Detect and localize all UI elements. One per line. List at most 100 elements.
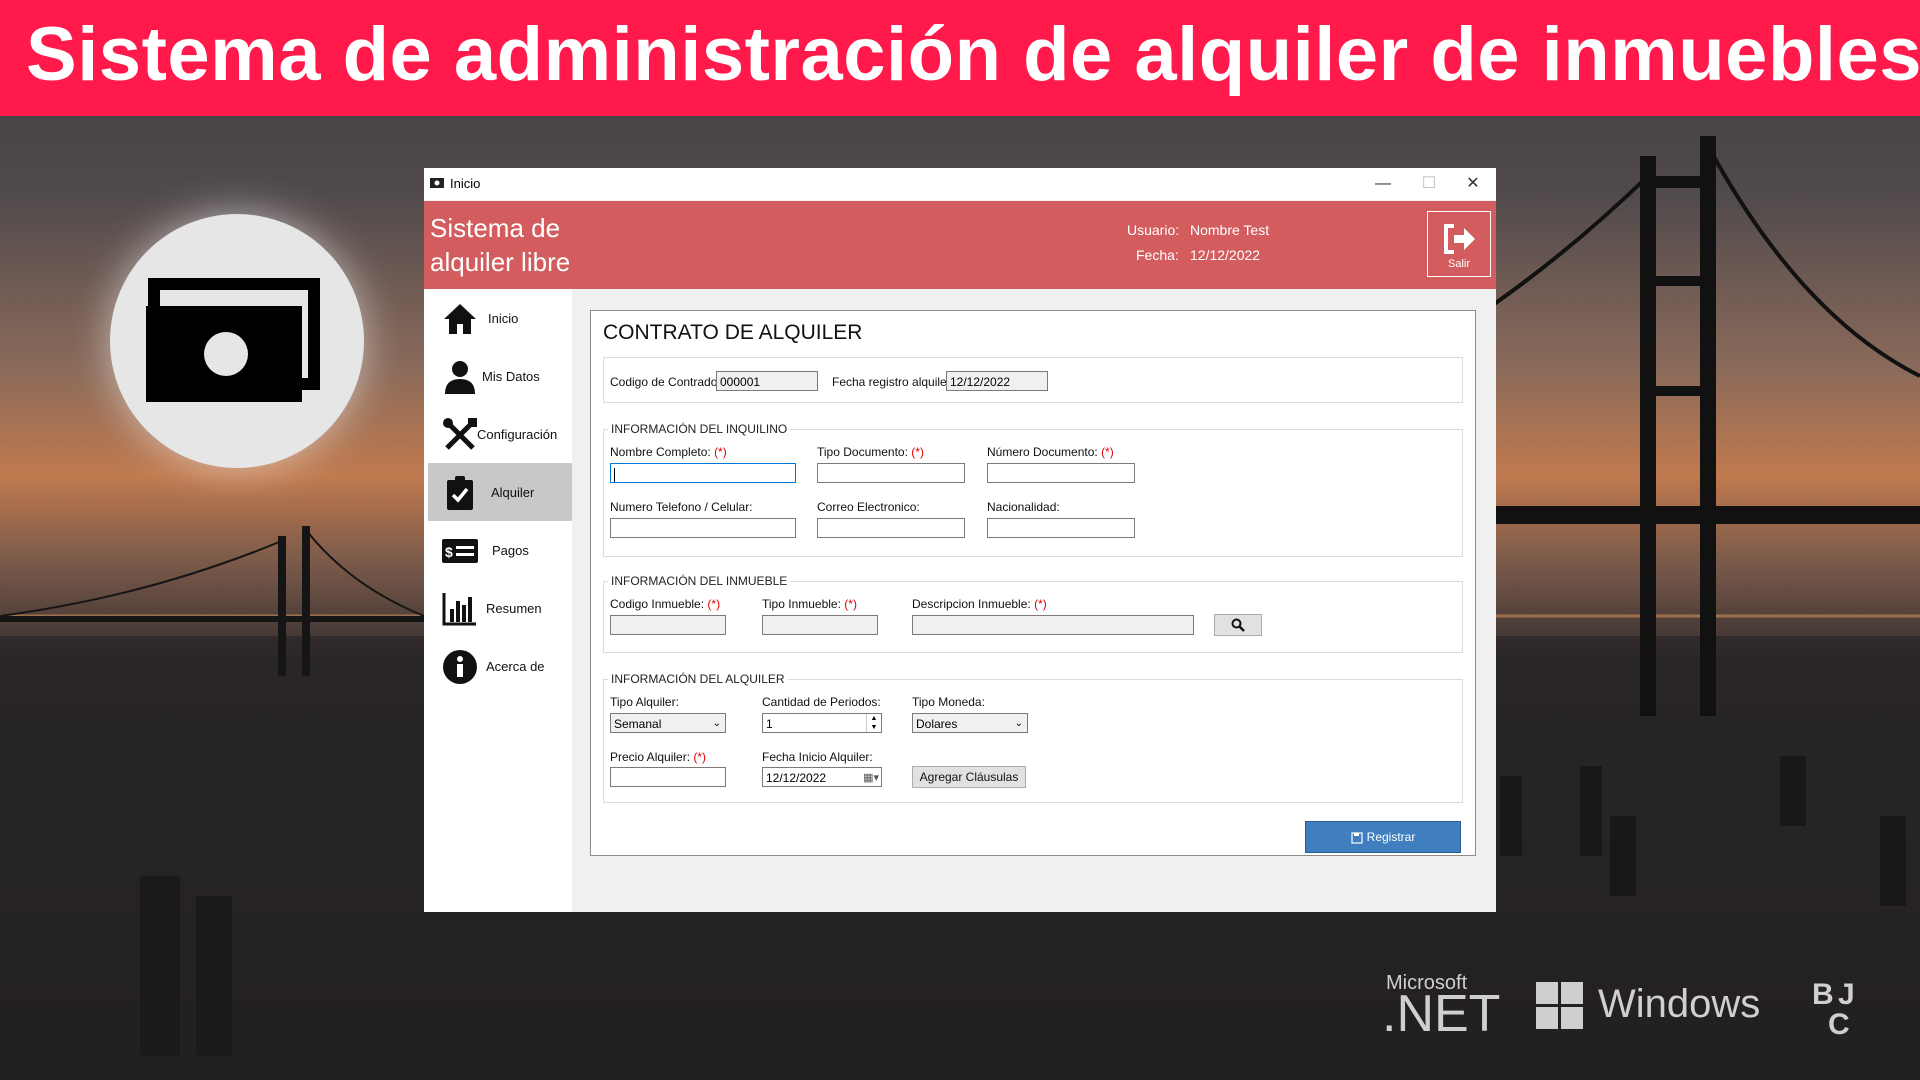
alquiler-legend: INFORMACIÓN DEL ALQUILER — [608, 672, 788, 686]
telefono-input[interactable] — [610, 518, 796, 538]
sidebar-item-label: Inicio — [488, 311, 519, 326]
money-bill-icon — [146, 278, 320, 402]
close-button[interactable]: ✕ — [1450, 168, 1496, 200]
app-window: Inicio — ☐ ✕ Sistema de alquiler libre U… — [424, 168, 1496, 912]
descripcion-inmueble-label: Descripcion Inmueble: (*) — [912, 597, 1047, 611]
tools-icon — [443, 418, 477, 450]
banner: Sistema de administración de alquiler de… — [0, 0, 1920, 116]
fecha-value: 12/12/2022 — [1190, 247, 1261, 263]
salir-button[interactable]: Salir — [1427, 211, 1491, 277]
microsoft-net-logo: Microsoft .NET — [1382, 972, 1500, 1042]
app-icon — [430, 178, 444, 188]
money-bill-icon: $ — [442, 539, 478, 563]
precio-alquiler-input[interactable] — [610, 767, 726, 787]
fecha-inicio-label: Fecha Inicio Alquiler: — [762, 750, 873, 764]
svg-text:C: C — [1828, 1008, 1850, 1040]
tipo-moneda-select[interactable]: Dolares ⌄ — [912, 713, 1028, 733]
windows-label: Windows — [1598, 982, 1761, 1026]
app-title-line1: Sistema de — [430, 213, 561, 243]
numero-documento-label: Número Documento: (*) — [987, 445, 1114, 459]
buscar-inmueble-button[interactable] — [1214, 614, 1262, 636]
search-icon — [1231, 618, 1245, 632]
window-title: Inicio — [450, 176, 481, 191]
usuario-value: Nombre Test — [1190, 222, 1270, 238]
net-label: .NET — [1382, 985, 1501, 1043]
sidebar-item-inicio[interactable]: Inicio — [428, 289, 572, 347]
info-icon — [443, 650, 477, 684]
registrar-label: Registrar — [1366, 830, 1416, 844]
cantidad-periodos-label: Cantidad de Periodos: — [762, 695, 881, 709]
sidebar-item-label: Acerca de — [486, 659, 545, 674]
nombre-input[interactable] — [610, 463, 796, 483]
numero-documento-input[interactable] — [987, 463, 1135, 483]
tipo-alquiler-value: Semanal — [614, 717, 662, 731]
sidebar-item-label: Configuración — [477, 427, 558, 442]
telefono-label: Numero Telefono / Celular: — [610, 500, 753, 514]
inquilino-legend: INFORMACIÓN DEL INQUILINO — [608, 422, 791, 436]
svg-text:$: $ — [445, 544, 453, 560]
tipo-moneda-label: Tipo Moneda: — [912, 695, 985, 709]
contrato-panel: CONTRATO DE ALQUILER Codigo de Contrado:… — [590, 310, 1476, 856]
save-icon — [1351, 832, 1363, 844]
app-header: Sistema de alquiler libre Usuario: Nombr… — [424, 201, 1496, 289]
correo-label: Correo Electronico: — [817, 500, 920, 514]
fecha-inicio-picker[interactable]: 12/12/2022 ▦▾ — [762, 767, 882, 787]
svg-text:J: J — [1838, 978, 1855, 1011]
windows-logo: Windows — [1536, 980, 1766, 1032]
tipo-alquiler-select[interactable]: Semanal ⌄ — [610, 713, 726, 733]
sidebar-item-configuracion[interactable]: Configuración — [428, 405, 572, 463]
sidebar: Inicio Mis Datos Configuración Alquiler — [424, 289, 572, 912]
tipo-inmueble-label: Tipo Inmueble: (*) — [762, 597, 857, 611]
stepper-arrows-icon[interactable]: ▲ ▼ — [866, 714, 881, 732]
calendar-icon[interactable]: ▦▾ — [863, 768, 879, 788]
sidebar-item-alquiler[interactable]: Alquiler — [428, 463, 572, 521]
contrato-box: Codigo de Contrado: 000001 Fecha registr… — [603, 357, 1463, 403]
home-icon — [444, 304, 476, 334]
usuario-label: Usuario: — [1127, 222, 1180, 238]
maximize-button[interactable]: ☐ — [1406, 168, 1452, 200]
sidebar-item-label: Pagos — [492, 543, 529, 558]
correo-input[interactable] — [817, 518, 965, 538]
tipo-moneda-value: Dolares — [916, 717, 958, 731]
app-title: Sistema de alquiler libre — [430, 211, 630, 279]
sidebar-item-label: Resumen — [486, 601, 542, 616]
codigo-contrato-label: Codigo de Contrado: — [610, 375, 721, 389]
salir-label: Salir — [1447, 258, 1470, 270]
inquilino-group: INFORMACIÓN DEL INQUILINO Nombre Complet… — [603, 422, 1463, 557]
precio-alquiler-label: Precio Alquiler: (*) — [610, 750, 707, 764]
app-title-line2: alquiler libre — [430, 247, 571, 277]
money-logo — [110, 214, 364, 468]
nacionalidad-label: Nacionalidad: — [987, 500, 1060, 514]
bar-chart-icon — [442, 593, 476, 626]
registrar-button[interactable]: Registrar — [1305, 821, 1461, 853]
minimize-button[interactable]: — — [1360, 168, 1406, 200]
title-bar[interactable]: Inicio — ☐ ✕ — [424, 168, 1496, 200]
chevron-down-icon: ⌄ — [712, 718, 721, 729]
tipo-inmueble-input[interactable] — [762, 615, 878, 635]
sidebar-item-resumen[interactable]: Resumen — [428, 579, 572, 637]
codigo-inmueble-label: Codigo Inmueble: (*) — [610, 597, 721, 611]
codigo-contrato-field[interactable]: 000001 — [716, 371, 818, 391]
sidebar-item-label: Mis Datos — [482, 369, 540, 384]
fecha-registro-field[interactable]: 12/12/2022 — [946, 371, 1048, 391]
fecha-registro-label: Fecha registro alquiler: — [832, 375, 955, 389]
sidebar-item-label: Alquiler — [491, 485, 535, 500]
nacionalidad-input[interactable] — [987, 518, 1135, 538]
sidebar-item-mis-datos[interactable]: Mis Datos — [428, 347, 572, 405]
agregar-clausulas-button[interactable]: Agregar Cláusulas — [912, 766, 1026, 788]
clipboard-check-icon — [447, 476, 473, 510]
logout-icon — [1444, 224, 1475, 254]
cantidad-periodos-value: 1 — [766, 717, 773, 731]
inmueble-group: INFORMACIÓN DEL INMUEBLE Codigo Inmueble… — [603, 574, 1463, 653]
tipo-documento-input[interactable] — [817, 463, 965, 483]
user-icon — [445, 361, 475, 394]
alquiler-group: INFORMACIÓN DEL ALQUILER Tipo Alquiler: … — [603, 672, 1463, 803]
codigo-inmueble-input[interactable] — [610, 615, 726, 635]
descripcion-inmueble-input[interactable] — [912, 615, 1194, 635]
tipo-alquiler-label: Tipo Alquiler: — [610, 695, 679, 709]
chevron-down-icon: ⌄ — [1014, 718, 1023, 729]
sidebar-item-pagos[interactable]: $ Pagos — [428, 521, 572, 579]
fecha-label: Fecha: — [1136, 247, 1179, 263]
sidebar-item-acerca-de[interactable]: Acerca de — [428, 637, 572, 695]
cantidad-periodos-stepper[interactable]: 1 ▲ ▼ — [762, 713, 882, 733]
